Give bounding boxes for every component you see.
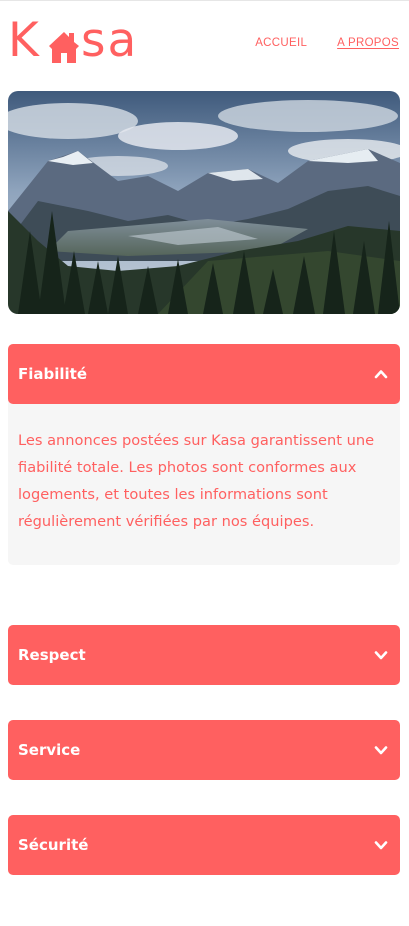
collapse-text: Les annonces postées sur Kasa garantisse… <box>18 432 375 530</box>
chevron-up-icon[interactable] <box>374 367 388 381</box>
logo-letter-k: K <box>8 13 39 68</box>
nav-link-a-propos[interactable]: A PROPOS <box>337 37 399 49</box>
collapse-header-service[interactable]: Service <box>8 720 400 780</box>
nav-link-accueil[interactable]: ACCUEIL <box>255 37 307 49</box>
site-header: K sa ACCUEIL A PROPOS <box>0 0 409 90</box>
collapse-service: Service <box>8 720 400 780</box>
collapse-body-fiabilite: Les annonces postées sur Kasa garantisse… <box>8 400 400 565</box>
collapse-fiabilite: Fiabilité Les annonces postées sur Kasa … <box>8 344 400 565</box>
collapse-title: Sécurité <box>18 836 89 854</box>
collapse-header-fiabilite[interactable]: Fiabilité <box>8 344 400 404</box>
collapse-respect: Respect <box>8 625 400 685</box>
kasa-logo[interactable]: K sa <box>8 13 158 69</box>
logo-letters-sa: sa <box>81 13 139 68</box>
mountain-landscape-image <box>8 91 400 314</box>
banner-image <box>8 91 400 314</box>
collapse-header-securite[interactable]: Sécurité <box>8 815 400 875</box>
collapse-title: Respect <box>18 646 86 664</box>
collapse-header-respect[interactable]: Respect <box>8 625 400 685</box>
chevron-down-icon[interactable] <box>374 838 388 852</box>
chevron-down-icon[interactable] <box>374 743 388 757</box>
main-nav: ACCUEIL A PROPOS <box>255 37 399 49</box>
chevron-down-icon[interactable] <box>374 648 388 662</box>
collapse-title: Service <box>18 741 81 759</box>
collapse-title: Fiabilité <box>18 365 88 383</box>
house-icon <box>49 32 79 63</box>
collapse-securite: Sécurité <box>8 815 400 875</box>
